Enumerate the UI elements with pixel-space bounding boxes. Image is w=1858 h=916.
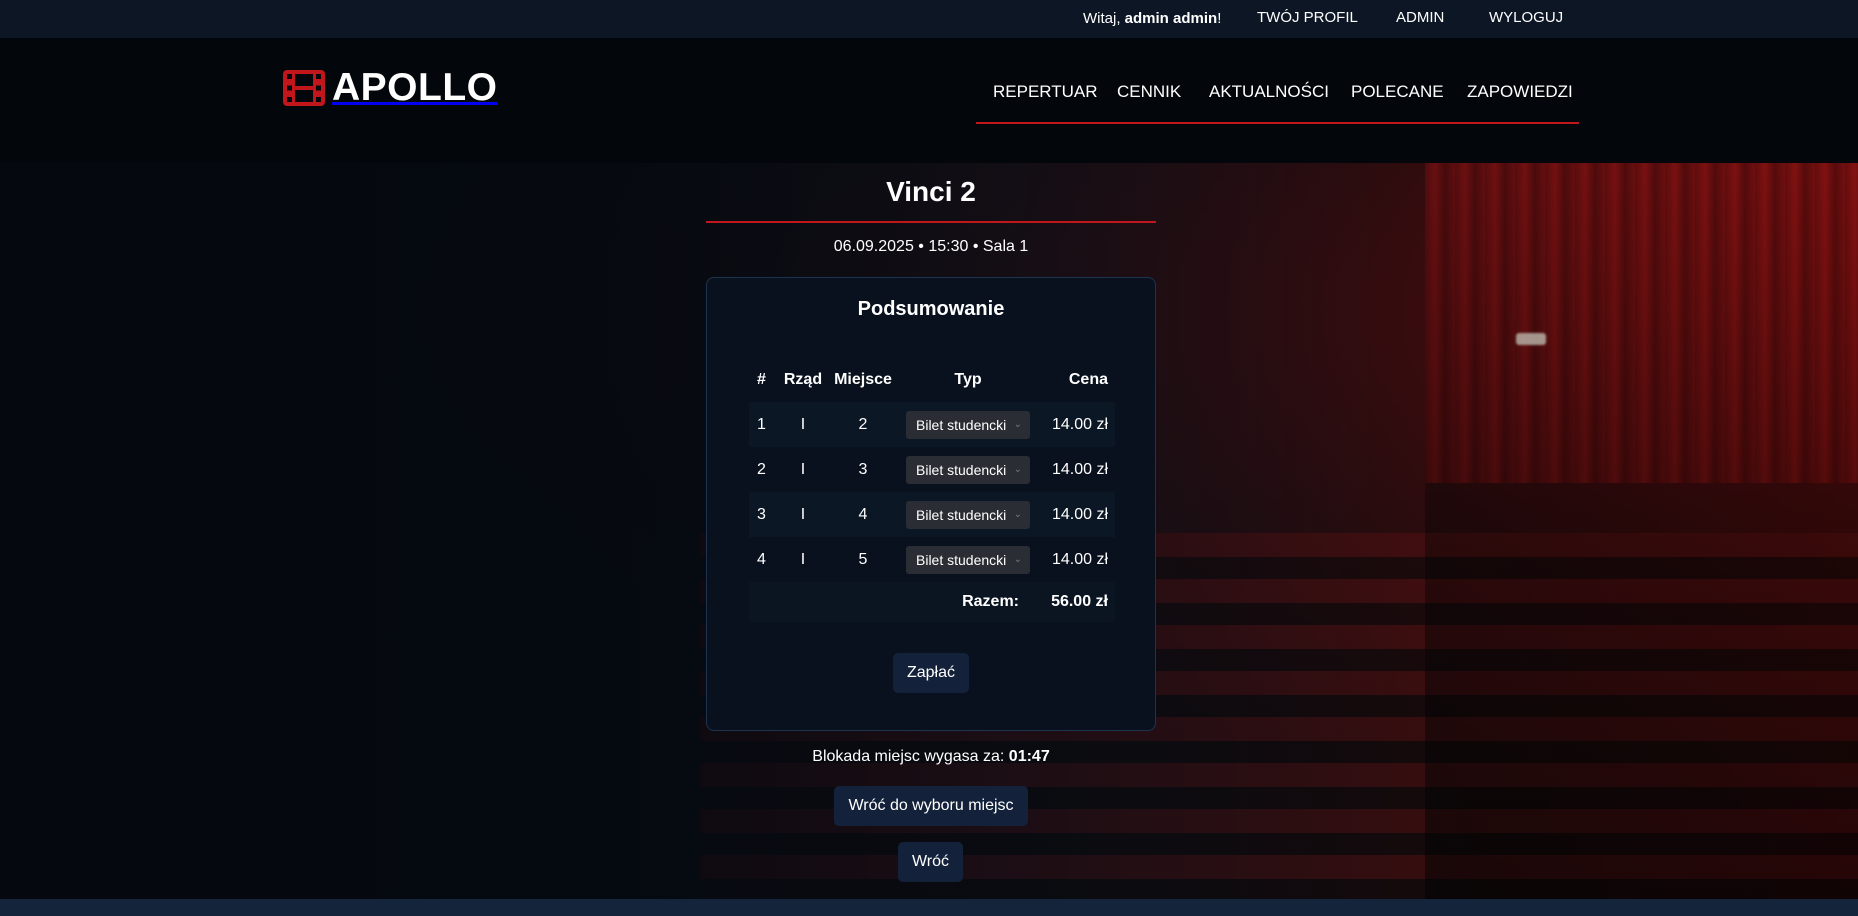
timer-label: Blokada miejsc wygasa za: <box>812 748 1009 765</box>
ticket-price: 14.00 zł <box>1033 402 1115 447</box>
table-row: 1 I 2 Bilet studencki ⌄ 14.00 zł <box>749 402 1115 447</box>
ticket-row: I <box>783 492 823 537</box>
ticket-type-value: Bilet studencki <box>916 461 1007 478</box>
greeting-suffix: ! <box>1217 10 1222 27</box>
total-value: 56.00 zł <box>1033 582 1115 622</box>
ticket-row: I <box>783 537 823 582</box>
summary-title: Podsumowanie <box>857 298 1005 320</box>
ticket-seat: 2 <box>823 402 903 447</box>
ticket-number: 1 <box>749 402 783 447</box>
nav-polecane[interactable]: POLECANE <box>1351 82 1444 102</box>
col-price: Cena <box>1033 358 1115 402</box>
ticket-row: I <box>783 447 823 492</box>
back-button[interactable]: Wróć <box>898 842 963 882</box>
profile-link[interactable]: TWÓJ PROFIL <box>1257 9 1358 26</box>
table-row: 3 I 4 Bilet studencki ⌄ 14.00 zł <box>749 492 1115 537</box>
ticket-price: 14.00 zł <box>1033 492 1115 537</box>
film-icon <box>283 70 325 106</box>
chevron-down-icon: ⌄ <box>1013 554 1022 565</box>
summary-card: Podsumowanie # Rząd Miejsce Typ Cena 1 I… <box>706 277 1156 731</box>
nav-repertuar[interactable]: REPERTUAR <box>993 82 1098 102</box>
logo-text: APOLLO <box>332 66 498 109</box>
admin-link[interactable]: ADMIN <box>1396 9 1444 26</box>
col-type: Typ <box>903 358 1033 402</box>
nav-aktualnosci[interactable]: AKTUALNOŚCI <box>1209 82 1329 102</box>
ticket-row: I <box>783 402 823 447</box>
user-name: admin admin <box>1124 10 1218 27</box>
ticket-type-select[interactable]: Bilet studencki ⌄ <box>906 545 1030 574</box>
ticket-seat: 5 <box>823 537 903 582</box>
col-row: Rząd <box>783 358 823 402</box>
main-nav: REPERTUAR CENNIK AKTUALNOŚCI POLECANE ZA… <box>976 72 1579 124</box>
ticket-type-select[interactable]: Bilet studencki ⌄ <box>906 500 1030 529</box>
nav-cennik[interactable]: CENNIK <box>1117 82 1181 102</box>
greeting: Witaj, admin admin! <box>1083 10 1221 27</box>
chevron-down-icon: ⌄ <box>1013 509 1022 520</box>
title-divider <box>706 221 1156 223</box>
ticket-number: 3 <box>749 492 783 537</box>
ticket-number: 2 <box>749 447 783 492</box>
top-bar: Witaj, admin admin! TWÓJ PROFIL ADMIN WY… <box>0 0 1858 38</box>
logo[interactable]: APOLLO <box>283 66 498 110</box>
header <box>0 38 1858 163</box>
ticket-type-value: Bilet studencki <box>916 551 1007 568</box>
footer-bar <box>0 899 1858 916</box>
table-row: 2 I 3 Bilet studencki ⌄ 14.00 zł <box>749 447 1115 492</box>
movie-title: Vinci 2 <box>886 176 976 207</box>
ticket-type-value: Bilet studencki <box>916 416 1007 433</box>
greeting-prefix: Witaj, <box>1083 10 1125 27</box>
nav-zapowiedzi[interactable]: ZAPOWIEDZI <box>1467 82 1573 102</box>
ticket-price: 14.00 zł <box>1033 447 1115 492</box>
table-header: # Rząd Miejsce Typ Cena <box>749 358 1115 402</box>
col-number: # <box>749 358 783 402</box>
ticket-price: 14.00 zł <box>1033 537 1115 582</box>
col-seat: Miejsce <box>823 358 903 402</box>
reservation-timer: Blokada miejsc wygasa za: 01:47 <box>706 748 1156 766</box>
ticket-seat: 4 <box>823 492 903 537</box>
ticket-seat: 3 <box>823 447 903 492</box>
total-label: Razem: <box>749 582 1033 622</box>
chevron-down-icon: ⌄ <box>1013 464 1022 475</box>
ticket-type-select[interactable]: Bilet studencki ⌄ <box>906 410 1030 439</box>
ticket-type-select[interactable]: Bilet studencki ⌄ <box>906 455 1030 484</box>
pay-button[interactable]: Zapłać <box>893 653 969 693</box>
back-to-seats-button[interactable]: Wróć do wyboru miejsc <box>834 786 1028 826</box>
chevron-down-icon: ⌄ <box>1013 419 1022 430</box>
total-row: Razem: 56.00 zł <box>749 582 1115 622</box>
table-row: 4 I 5 Bilet studencki ⌄ 14.00 zł <box>749 537 1115 582</box>
ticket-type-value: Bilet studencki <box>916 506 1007 523</box>
tickets-table: # Rząd Miejsce Typ Cena 1 I 2 Bilet stud… <box>749 358 1115 622</box>
timer-value: 01:47 <box>1008 748 1050 765</box>
ticket-number: 4 <box>749 537 783 582</box>
show-info: 06.09.2025 • 15:30 • Sala 1 <box>833 238 1029 255</box>
logout-link[interactable]: WYLOGUJ <box>1489 9 1563 26</box>
